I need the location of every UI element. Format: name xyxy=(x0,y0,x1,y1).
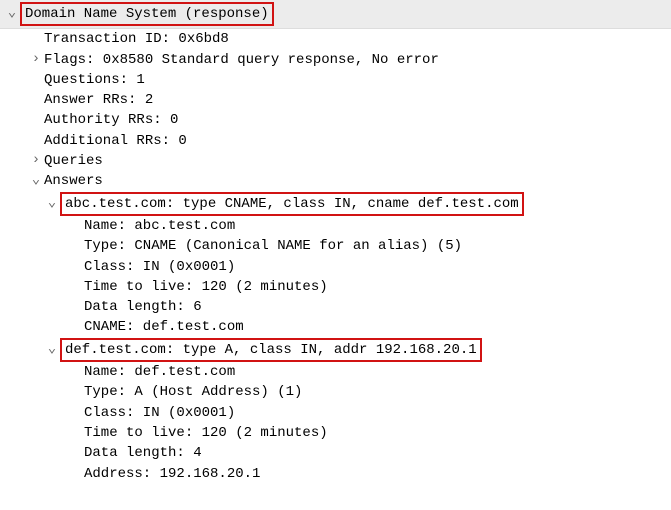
text-additional-rrs: Additional RRs: 0 xyxy=(44,131,187,151)
section-answers[interactable]: Answers xyxy=(4,171,667,191)
answer-2-type[interactable]: Type: A (Host Address) (1) xyxy=(4,382,667,402)
text-answer1-datalen: Data length: 6 xyxy=(84,297,202,317)
answer-1-cname[interactable]: CNAME: def.test.com xyxy=(4,317,667,337)
answer-2-ttl[interactable]: Time to live: 120 (2 minutes) xyxy=(4,423,667,443)
answer-2-class[interactable]: Class: IN (0x0001) xyxy=(4,403,667,423)
text-answer2-ttl: Time to live: 120 (2 minutes) xyxy=(84,423,328,443)
answer-2-summary[interactable]: def.test.com: type A, class IN, addr 192… xyxy=(4,338,667,362)
answer-2-datalen[interactable]: Data length: 4 xyxy=(4,443,667,463)
text-answer-rrs: Answer RRs: 2 xyxy=(44,90,153,110)
field-flags[interactable]: Flags: 0x8580 Standard query response, N… xyxy=(4,50,667,70)
text-flags: Flags: 0x8580 Standard query response, N… xyxy=(44,50,439,70)
chevron-right-icon[interactable] xyxy=(28,50,44,70)
text-answer2-name: Name: def.test.com xyxy=(84,362,235,382)
answer-2-address[interactable]: Address: 192.168.20.1 xyxy=(4,464,667,484)
chevron-down-icon[interactable] xyxy=(44,194,60,214)
answer-1-type[interactable]: Type: CNAME (Canonical NAME for an alias… xyxy=(4,236,667,256)
text-authority-rrs: Authority RRs: 0 xyxy=(44,110,178,130)
answer-1-datalen[interactable]: Data length: 6 xyxy=(4,297,667,317)
answer-1-class[interactable]: Class: IN (0x0001) xyxy=(4,257,667,277)
text-answer1-summary: abc.test.com: type CNAME, class IN, cnam… xyxy=(60,192,524,216)
text-answer2-type: Type: A (Host Address) (1) xyxy=(84,382,302,402)
text-answer2-address: Address: 192.168.20.1 xyxy=(84,464,260,484)
text-answer1-ttl: Time to live: 120 (2 minutes) xyxy=(84,277,328,297)
field-questions[interactable]: Questions: 1 xyxy=(4,70,667,90)
text-answer1-name: Name: abc.test.com xyxy=(84,216,235,236)
answer-1-name[interactable]: Name: abc.test.com xyxy=(4,216,667,236)
answer-2-name[interactable]: Name: def.test.com xyxy=(4,362,667,382)
dns-response-header[interactable]: Domain Name System (response) xyxy=(4,2,667,26)
section-queries[interactable]: Queries xyxy=(4,151,667,171)
text-answers: Answers xyxy=(44,171,103,191)
chevron-down-icon[interactable] xyxy=(4,4,20,24)
text-answer1-class: Class: IN (0x0001) xyxy=(84,257,235,277)
chevron-down-icon[interactable] xyxy=(28,171,44,191)
text-answer2-datalen: Data length: 4 xyxy=(84,443,202,463)
text-queries: Queries xyxy=(44,151,103,171)
text-answer2-summary: def.test.com: type A, class IN, addr 192… xyxy=(60,338,482,362)
protocol-title: Domain Name System (response) xyxy=(20,2,274,26)
field-authority-rrs[interactable]: Authority RRs: 0 xyxy=(4,110,667,130)
text-answer1-cname: CNAME: def.test.com xyxy=(84,317,244,337)
packet-tree: Transaction ID: 0x6bd8 Flags: 0x8580 Sta… xyxy=(0,29,671,484)
answer-1-ttl[interactable]: Time to live: 120 (2 minutes) xyxy=(4,277,667,297)
text-transaction-id: Transaction ID: 0x6bd8 xyxy=(44,29,229,49)
field-transaction-id[interactable]: Transaction ID: 0x6bd8 xyxy=(4,29,667,49)
field-additional-rrs[interactable]: Additional RRs: 0 xyxy=(4,131,667,151)
text-answer2-class: Class: IN (0x0001) xyxy=(84,403,235,423)
field-answer-rrs[interactable]: Answer RRs: 2 xyxy=(4,90,667,110)
answer-1-summary[interactable]: abc.test.com: type CNAME, class IN, cnam… xyxy=(4,192,667,216)
text-questions: Questions: 1 xyxy=(44,70,145,90)
text-answer1-type: Type: CNAME (Canonical NAME for an alias… xyxy=(84,236,462,256)
chevron-right-icon[interactable] xyxy=(28,151,44,171)
chevron-down-icon[interactable] xyxy=(44,340,60,360)
